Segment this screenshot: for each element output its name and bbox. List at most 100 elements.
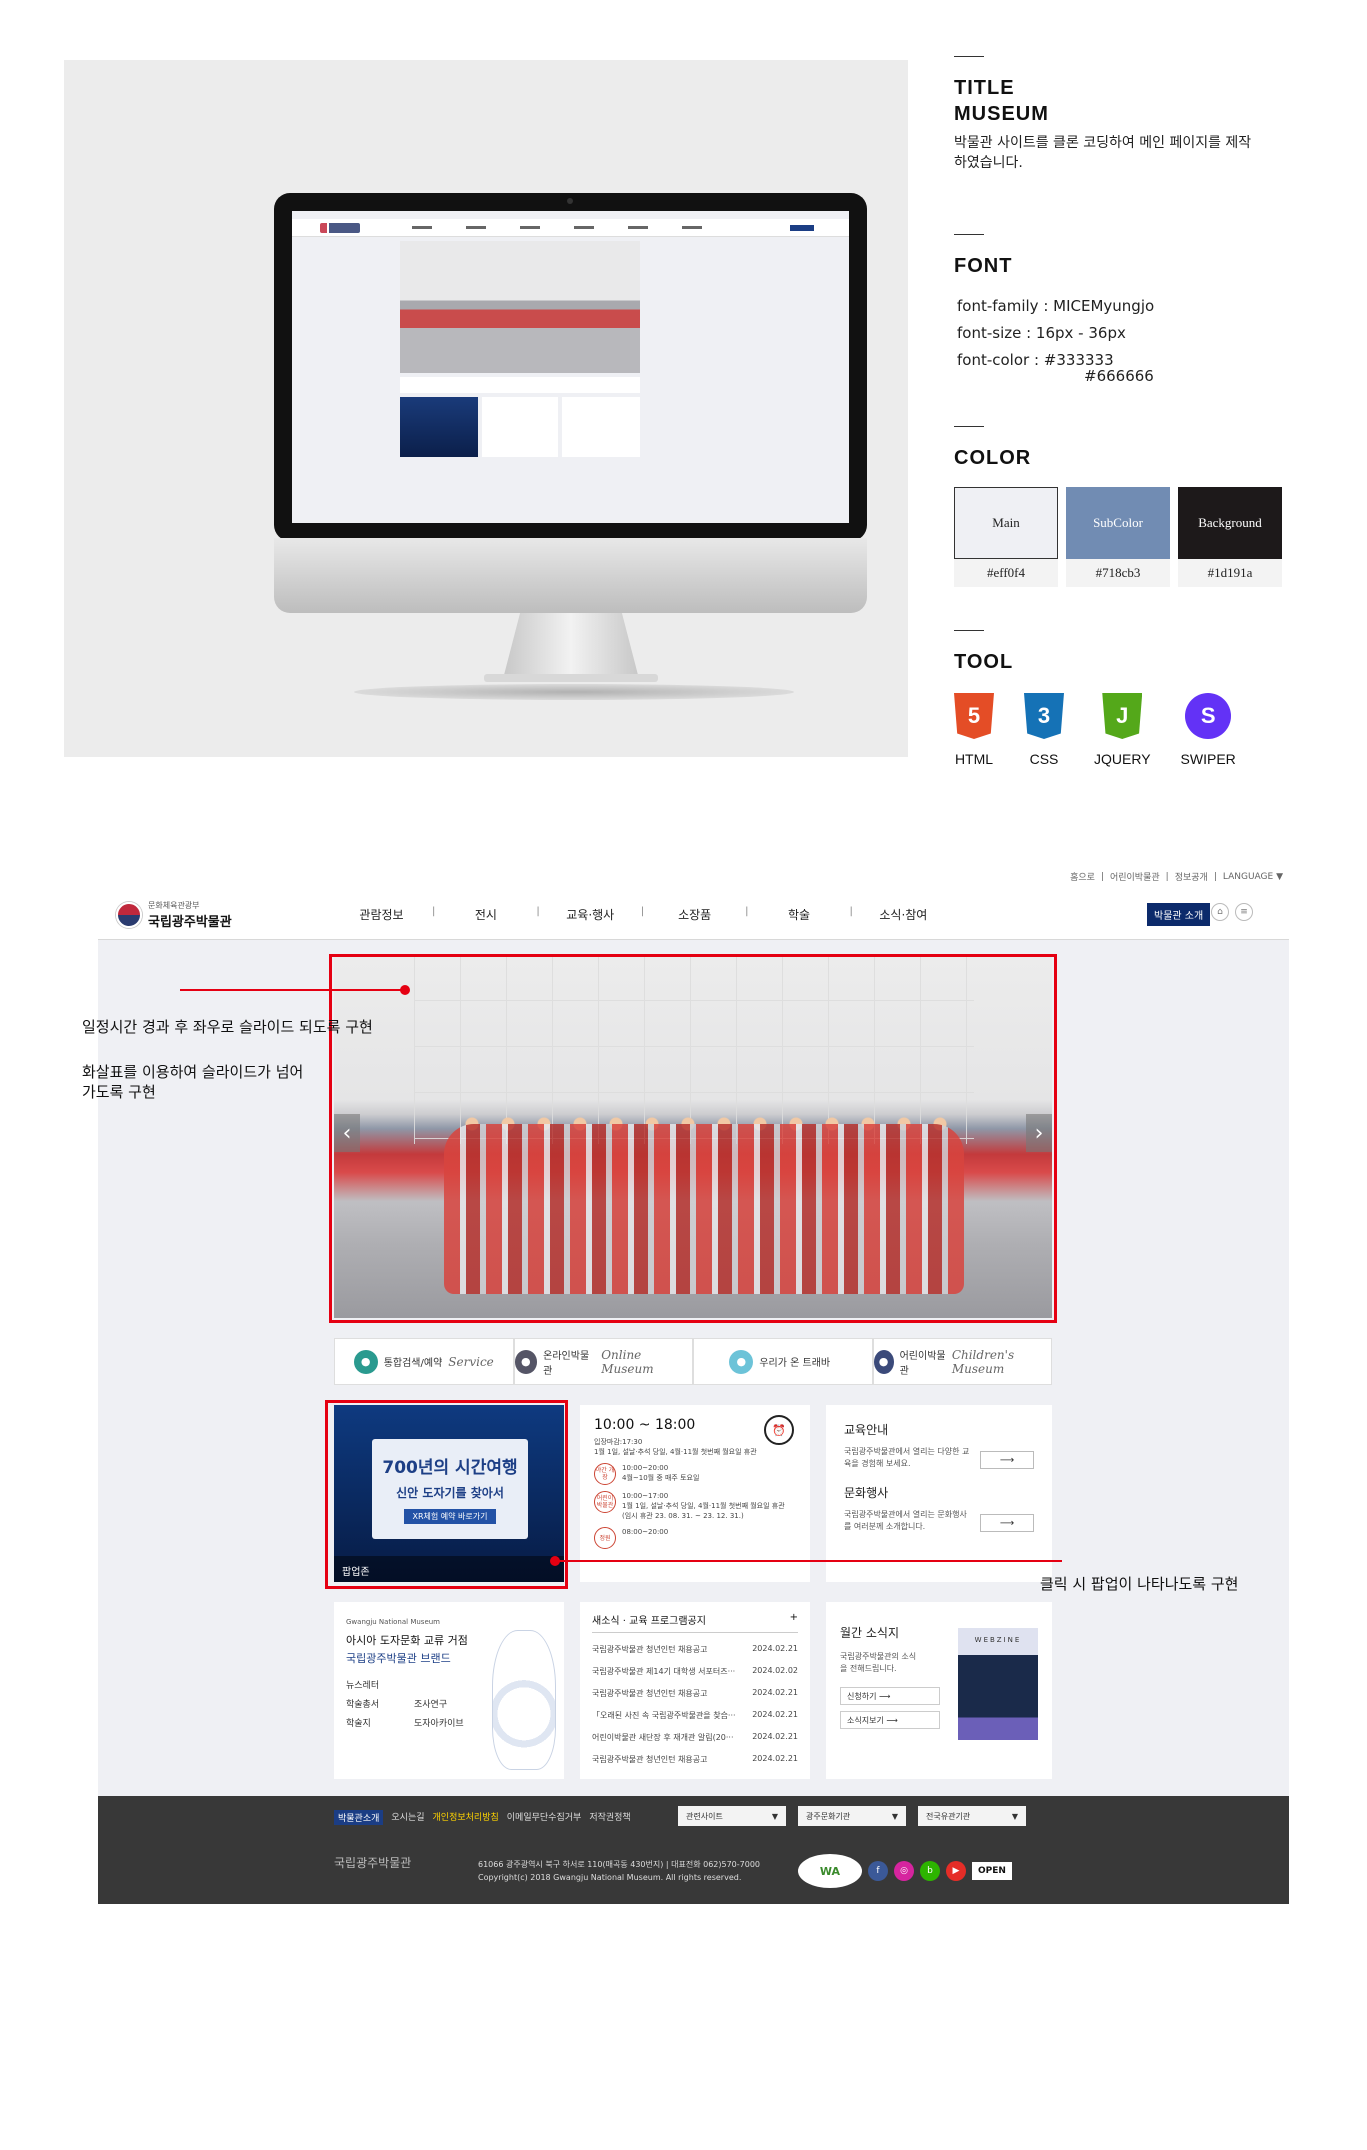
brand-link[interactable]: 도자아카이브 [414, 1716, 482, 1729]
notice-row[interactable]: 어린이박물관 새단장 후 재개관 알림(20··· 2024.02.21 [592, 1732, 798, 1743]
project-description: 박물관 사이트를 클론 코딩하여 메인 페이지를 제작하였습니다. [954, 135, 1252, 171]
brand-english: Gwangju National Museum [346, 1618, 441, 1626]
webzine-cover[interactable]: WEBZINE [958, 1628, 1038, 1740]
font-section: FONT font-family : MICEMyungjo font-size… [954, 234, 1284, 384]
view-newsletter-button[interactable]: 소식지보기 ⟶ [840, 1711, 940, 1729]
site-header: 문화체육관광부 국립광주박물관 관람정보 | 전시 | 교육·행사 | 소장품 | 학술 | 소식·… [98, 889, 1289, 940]
hours-tag-badge: 어린이 박물관 [594, 1491, 616, 1513]
notice-row[interactable]: 국립광주박물관 청년인턴 채용공고 2024.02.21 [592, 1688, 798, 1699]
notice-row[interactable]: 국립광주박물관 청년인턴 채용공고 2024.02.21 [592, 1644, 798, 1655]
site-logo[interactable]: 문화체육관광부 국립광주박물관 [116, 900, 232, 930]
slider-highlight-box [329, 954, 1057, 1323]
guide-text: 국립광주박물관에서 열리는 문화행사를 여러분께 소개합니다. [844, 1510, 967, 1531]
brand-link[interactable]: 뉴스레터 [346, 1678, 414, 1691]
tool-name: CSS [1029, 751, 1059, 767]
instagram-icon[interactable]: ◎ [894, 1861, 914, 1881]
color-section: COLOR Main #eff0f4 SubColor #718cb3 Backgrou… [954, 426, 1284, 587]
util-link[interactable]: LANGUAGE ▼ [1223, 872, 1283, 882]
notice-item-date: 2024.02.21 [752, 1732, 798, 1741]
footer-links: 박물관소개 오시는길 개인정보처리방침 이메일무단수집거부 저작권정책 [334, 1810, 639, 1825]
mini-nav [412, 226, 702, 229]
notice-row[interactable]: 국립광주박물관 제14기 대학생 서포터즈··· 2024.02.02 [592, 1666, 798, 1677]
brand-link[interactable]: 학술지 [346, 1716, 414, 1729]
hours-tag-badge: 야간 개장 [594, 1463, 616, 1485]
divider [954, 56, 984, 57]
blog-icon[interactable]: b [920, 1861, 940, 1881]
tool-label: TOOL [954, 651, 1014, 673]
util-divider: | [1165, 871, 1169, 882]
hours-row: 정원 08:00~20:00 [594, 1527, 796, 1549]
footer-link[interactable]: 오시는길 [391, 1810, 424, 1825]
util-link[interactable]: 정보공개 [1175, 870, 1208, 883]
shell-icon: ● [729, 1349, 754, 1374]
divider [954, 234, 984, 235]
color-swatch: Main #eff0f4 [954, 487, 1058, 587]
more-arrow-button[interactable]: ⟶ [980, 1514, 1034, 1532]
shortcut-2[interactable]: ● 온라인박물관 Online Museum [513, 1338, 693, 1385]
site-footer: 박물관소개 오시는길 개인정보처리방침 이메일무단수집거부 저작권정책 관련사이트 ▼ 광주… [98, 1796, 1289, 1904]
shortcut-3[interactable]: ● 우리가 온 트래바 [693, 1338, 873, 1385]
nav-item[interactable]: 학술 [749, 906, 850, 923]
info-panel: TITLE MUSEUM 박물관 사이트를 클론 코딩하여 메인 페이지를 제작… [954, 56, 1284, 767]
nav-item[interactable]: 교육·행사 [540, 906, 641, 923]
shortcut-4[interactable]: ● 어린이박물관 Children's Museum [872, 1338, 1052, 1385]
tool-name: SWIPER [1180, 751, 1236, 767]
popup-note: 클릭 시 팝업이 나타나도록 구현 [1040, 1575, 1239, 1593]
notice-more-icon[interactable]: + [790, 1612, 798, 1627]
newsletter-text: 국립광주박물관의 소식을 전해드립니다. [840, 1652, 917, 1673]
title-label: TITLE [954, 77, 1015, 99]
shortcut-label: 어린이박물관 [899, 1350, 946, 1377]
hours-row: 야간 개장 10:00~20:00 4월~10월 중 매주 토요일 [594, 1463, 796, 1485]
footer-link[interactable]: 이메일무단수집거부 [507, 1810, 582, 1825]
guide-title: 문화행사 [844, 1486, 889, 1500]
css3-icon: 3 [1024, 693, 1064, 739]
nav-item[interactable]: 관람정보 [331, 906, 432, 923]
nav-item[interactable]: 소식·참여 [853, 906, 954, 923]
footer-select[interactable]: 광주문화기관 ▼ [798, 1806, 906, 1826]
guide-box: 교육안내 국립광주박물관에서 열리는 다양한 교육을 경험해 보세요. ⟶ 문화행사 국… [826, 1405, 1052, 1582]
menu-icon[interactable]: ≡ [1235, 903, 1253, 921]
museum-intro-button[interactable]: 박물관 소개 [1147, 903, 1211, 926]
footer-select[interactable]: 전국유관기관 ▼ [918, 1806, 1026, 1826]
monitor-mockup [64, 60, 908, 757]
notice-row[interactable]: 국립광주박물관 청년인턴 채용공고 2024.02.21 [592, 1754, 798, 1765]
facebook-icon[interactable]: f [868, 1861, 888, 1881]
util-link[interactable]: 어린이박물관 [1110, 870, 1160, 883]
footer-select-label: 전국유관기관 [926, 1811, 971, 1821]
monitor-frame [274, 193, 867, 541]
notice-row[interactable]: 「오래된 사진 속 국립광주박물관을 찾습··· 2024.02.21 [592, 1710, 798, 1721]
alarm-clock-icon: ⏰ [764, 1415, 794, 1445]
hours-row: 어린이 박물관 10:00~17:00 1월 1일, 설날·추석 당일, 4월·11… [594, 1491, 796, 1521]
brand-link[interactable]: 학술총서 [346, 1697, 414, 1710]
porcelain-vase-image [492, 1630, 556, 1770]
brand-link[interactable]: 조사연구 [414, 1697, 482, 1710]
notice-item-date: 2024.02.21 [752, 1688, 798, 1697]
mini-utility [292, 211, 849, 219]
brand-spacer [414, 1678, 482, 1691]
nav-item[interactable]: 소장품 [644, 906, 745, 923]
html5-icon: 5 [954, 693, 994, 739]
font-family-line: font-family : MICEMyungjo [957, 297, 1155, 315]
subscribe-button[interactable]: 신청하기 ⟶ [840, 1687, 940, 1705]
home-icon[interactable]: ⌂ [1211, 903, 1229, 921]
shortcut-bar: ● 통합검색/예약 Service ● 온라인박물관 Online Museum ● 우리가 … [334, 1338, 1052, 1385]
address-line: 61066 광주광역시 북구 하서로 110(매곡동 430번지) | 대표전화… [478, 1860, 761, 1869]
notice-item-title: 국립광주박물관 청년인턴 채용공고 [592, 1689, 708, 1698]
youtube-icon[interactable]: ▶ [946, 1861, 966, 1881]
more-arrow-button[interactable]: ⟶ [980, 1451, 1034, 1469]
open-license-badge: OPEN [972, 1862, 1012, 1880]
hours-line: 10:00~17:00 [622, 1492, 669, 1500]
footer-select[interactable]: 관련사이트 ▼ [678, 1806, 786, 1826]
footer-link[interactable]: 저작권정책 [589, 1810, 630, 1825]
notice-item-title: 국립광주박물관 청년인턴 채용공고 [592, 1645, 708, 1654]
footer-link[interactable]: 박물관소개 [334, 1810, 384, 1825]
house-icon: ● [873, 1349, 894, 1374]
guide-item: 문화행사국립광주박물관에서 열리는 문화행사를 여러분께 소개합니다. ⟶ [844, 1484, 1034, 1533]
nav-item[interactable]: 전시 [435, 906, 536, 923]
util-divider: | [1213, 871, 1217, 882]
shortcut-label: 온라인박물관 [543, 1350, 590, 1377]
swatch-chip: Background [1178, 487, 1282, 559]
footer-link[interactable]: 개인정보처리방침 [433, 1810, 499, 1825]
shortcut-1[interactable]: ● 통합검색/예약 Service [334, 1338, 514, 1385]
util-link[interactable]: 홈으로 [1070, 870, 1095, 883]
